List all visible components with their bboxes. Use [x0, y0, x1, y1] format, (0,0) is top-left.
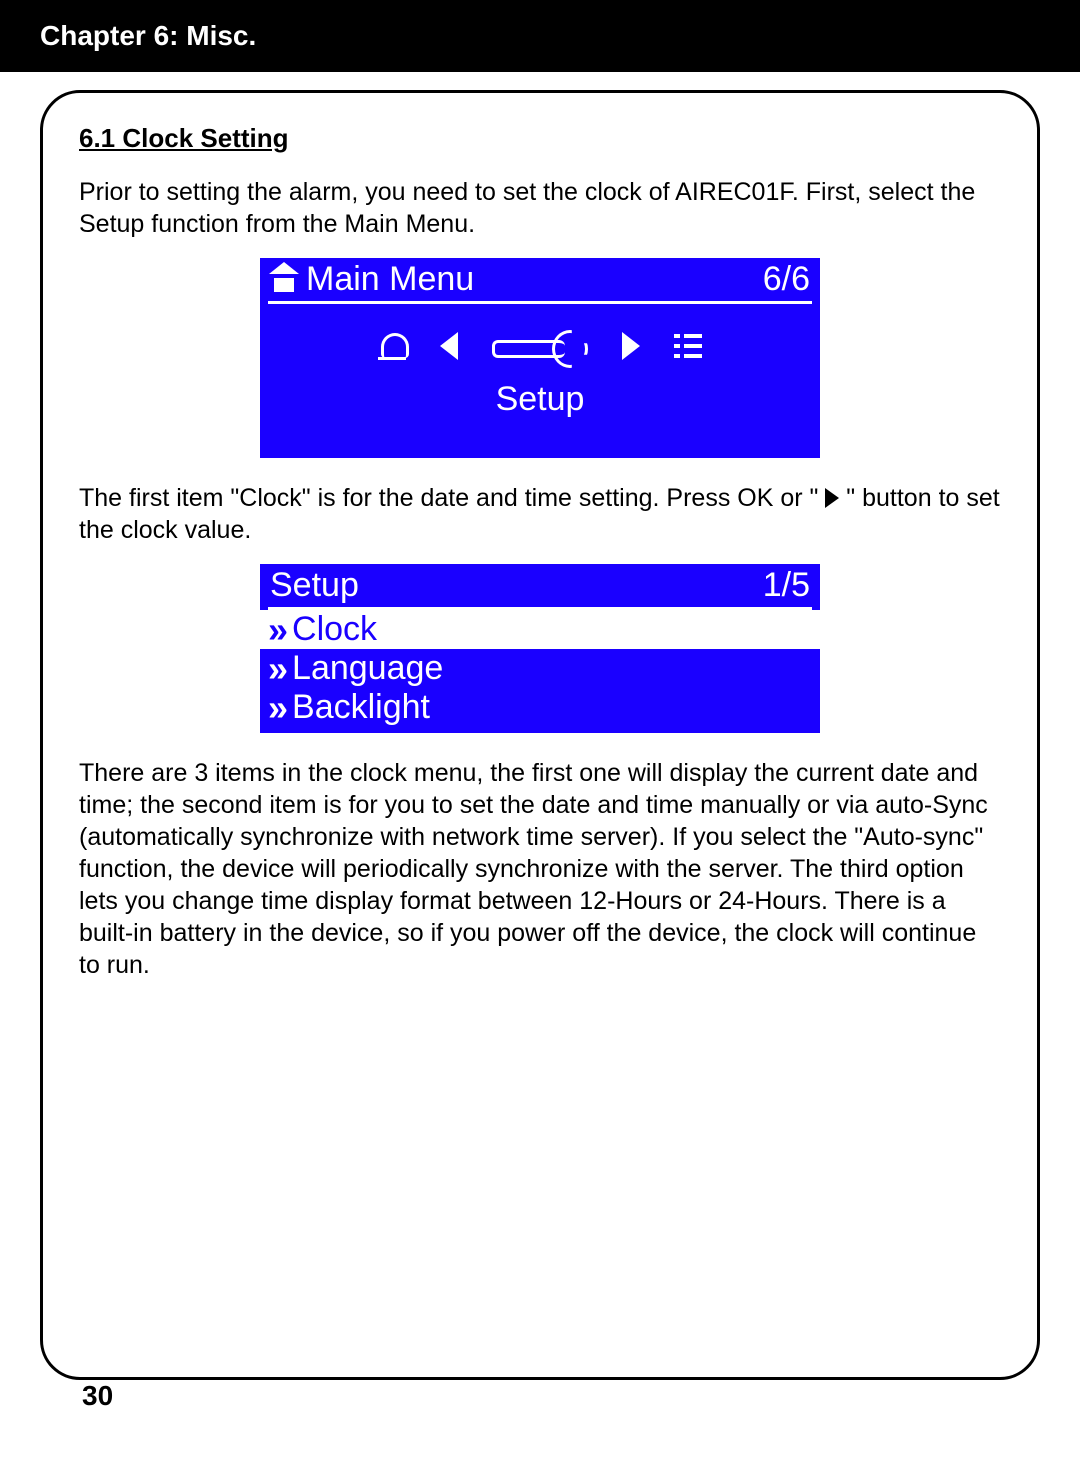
screen-titlebar: Setup 1/5	[260, 564, 820, 605]
home-icon	[270, 268, 298, 292]
screen-position: 6/6	[763, 260, 810, 299]
alarm-icon	[378, 330, 406, 362]
right-arrow-icon	[622, 332, 640, 360]
list-icon	[674, 334, 702, 358]
section-heading: 6.1 Clock Setting	[79, 123, 1001, 154]
menu-item-label: Clock	[292, 610, 377, 649]
right-arrow-inline-icon	[825, 488, 839, 508]
screen-position: 1/5	[763, 566, 810, 605]
device-screen-setup: Setup 1/5 » Clock » Language » Backlight	[260, 564, 820, 733]
page-body: 6.1 Clock Setting Prior to setting the a…	[0, 72, 1080, 1422]
left-arrow-icon	[440, 332, 458, 360]
paragraph-3: There are 3 items in the clock menu, the…	[79, 757, 1001, 981]
device-screen-main-menu: Main Menu 6/6 Setup	[260, 258, 820, 458]
selected-menu-label: Setup	[260, 380, 820, 419]
content-panel: 6.1 Clock Setting Prior to setting the a…	[40, 90, 1040, 1380]
screen-titlebar: Main Menu 6/6	[260, 258, 820, 299]
menu-icon-row	[260, 330, 820, 362]
menu-item-clock[interactable]: » Clock	[260, 610, 820, 649]
menu-item-language[interactable]: » Language	[260, 649, 820, 688]
screen-title: Main Menu	[306, 260, 474, 299]
page-header: Chapter 6: Misc.	[0, 0, 1080, 72]
page-number: 30	[40, 1380, 1040, 1412]
chevron-right-icon: »	[268, 690, 282, 726]
menu-item-backlight[interactable]: » Backlight	[260, 688, 820, 727]
chevron-right-icon: »	[268, 651, 282, 687]
chevron-right-icon: »	[268, 612, 282, 648]
setup-wrench-icon	[492, 330, 588, 362]
paragraph-2: The first item "Clock" is for the date a…	[79, 482, 1001, 546]
chapter-title: Chapter 6: Misc.	[40, 20, 256, 51]
menu-item-label: Backlight	[292, 688, 430, 727]
screen-title: Setup	[270, 566, 359, 605]
paragraph-2-pre: The first item "Clock" is for the date a…	[79, 484, 825, 512]
divider	[268, 301, 812, 304]
menu-item-label: Language	[292, 649, 443, 688]
paragraph-1: Prior to setting the alarm, you need to …	[79, 176, 1001, 240]
